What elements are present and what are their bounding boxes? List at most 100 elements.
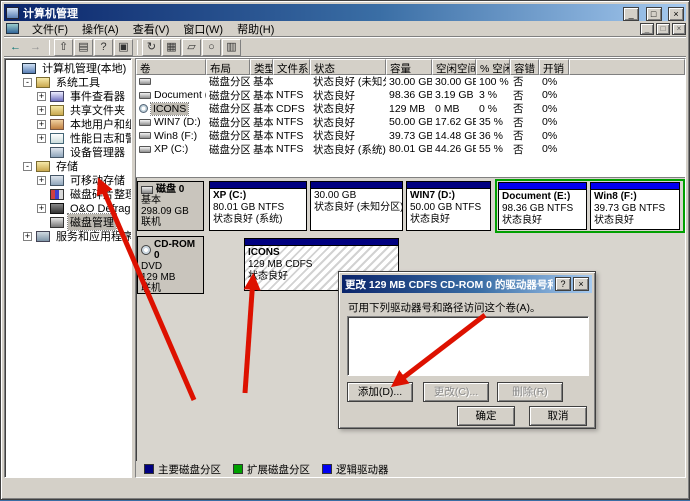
window-controls: _ □ × — [621, 4, 684, 22]
manage-icon[interactable]: ▥ — [222, 39, 241, 56]
drive-icon — [139, 78, 151, 85]
refresh-icon[interactable]: ↻ — [142, 39, 161, 56]
volume-row-unknown[interactable]: 磁盘分区 基本 状态良好 (未知分区) 30.00 GB 30.00 GB 10… — [136, 75, 685, 89]
col-status[interactable]: 状态 — [310, 59, 386, 75]
dialog-help-button[interactable]: ? — [555, 277, 571, 291]
expander — [37, 218, 46, 227]
partition-unknown[interactable]: 30.00 GB 状态良好 (未知分区) — [310, 181, 403, 231]
menu-window[interactable]: 窗口(W) — [176, 20, 230, 38]
tree-item-oo-defrag[interactable]: + O&O Defrag 服务器版 — [7, 201, 131, 215]
partition-document-e[interactable]: Document (E:) 98.36 GB NTFS 状态良好 — [498, 182, 587, 230]
volume-row-xp-c[interactable]: XP (C:) 磁盘分区 基本 NTFS 状态良好 (系统) 80.01 GB … — [136, 143, 685, 157]
titlebar[interactable]: 计算机管理 _ □ × — [4, 4, 686, 21]
window-bottom-frame — [4, 480, 686, 496]
tree-item-system-tools[interactable]: - 系统工具 — [7, 75, 131, 89]
col-filesystem[interactable]: 文件系统 — [273, 59, 310, 75]
col-volume[interactable]: 卷 — [136, 59, 206, 75]
properties-window-icon[interactable]: ▣ — [114, 39, 133, 56]
col-pct-free[interactable]: % 空闲 — [476, 59, 510, 75]
dialog-instruction-label: 可用下列驱动器号和路径访问这个卷(A)。 — [348, 300, 541, 315]
dialog-close-button[interactable]: × — [573, 277, 589, 291]
ok-button[interactable]: 确定 — [457, 406, 515, 426]
col-overhead[interactable]: 开销 — [539, 59, 569, 75]
legend-extended: 扩展磁盘分区 — [233, 462, 310, 477]
primary-partition-strip — [210, 182, 306, 189]
dialog-titlebar[interactable]: 更改 129 MB CDFS CD-ROM 0 的驱动器号和路径 ? × — [342, 275, 592, 293]
toolbar: ← → ⇧ ▤ ? ▣ ↻ ▦ ▱ ○ ▥ — [4, 38, 686, 57]
app-icon — [6, 7, 19, 19]
expander[interactable] — [9, 64, 18, 73]
console-window-icon — [6, 23, 19, 34]
col-type[interactable]: 类型 — [250, 59, 273, 75]
tree-item-disk-defragmenter[interactable]: 磁盘碎片整理程序 — [7, 187, 131, 201]
volume-row-icons-selected[interactable]: ICONS 磁盘分区 基本 CDFS 状态良好 129 MB 0 MB 0 % … — [136, 102, 685, 116]
performance-icon — [50, 133, 64, 144]
volume-list: 卷 布局 类型 文件系统 状态 容量 空闲空间 % 空闲 容错 开销 磁盘分区 … — [136, 59, 685, 178]
forward-icon[interactable]: → — [26, 39, 45, 56]
partition-win8-f[interactable]: Win8 (F:) 39.73 GB NTFS 状态良好 — [590, 182, 680, 230]
collapse-icon[interactable]: - — [23, 162, 32, 171]
defragmenter-icon — [50, 189, 64, 200]
volume-row-document-e[interactable]: Document (E:) 磁盘分区 基本 NTFS 状态良好 98.36 GB… — [136, 89, 685, 103]
partition-xp-c[interactable]: XP (C:) 80.01 GB NTFS 状态良好 (系统) — [209, 181, 307, 231]
expand-icon[interactable]: + — [37, 106, 46, 115]
minimize-button[interactable]: _ — [623, 7, 639, 21]
drive-paths-listbox[interactable] — [347, 316, 589, 376]
volume-row-win7-d[interactable]: WIN7 (D:) 磁盘分区 基本 NTFS 状态良好 50.00 GB 17.… — [136, 116, 685, 130]
col-fault-tolerance[interactable]: 容错 — [510, 59, 539, 75]
tree-item-storage[interactable]: - 存储 — [7, 159, 131, 173]
tree-item-services-applications[interactable]: + 服务和应用程序 — [7, 229, 131, 243]
child-restore-button[interactable]: □ — [656, 23, 670, 35]
menubar: 文件(F) 操作(A) 查看(V) 窗口(W) 帮助(H) _ □ × — [4, 21, 686, 37]
device-manager-icon — [50, 147, 64, 158]
col-capacity[interactable]: 容量 — [386, 59, 432, 75]
disk-0-header[interactable]: 磁盘 0 基本 298.09 GB 联机 — [137, 181, 204, 231]
tree-item-disk-management[interactable]: 磁盘管理 — [7, 215, 131, 229]
search-icon[interactable]: ○ — [202, 39, 221, 56]
volume-row-win8-f[interactable]: Win8 (F:) 磁盘分区 基本 NTFS 状态良好 39.73 GB 14.… — [136, 129, 685, 143]
cdrom-0-header[interactable]: CD-ROM 0 DVD 129 MB 联机 — [137, 236, 204, 294]
collapse-icon[interactable]: - — [23, 78, 32, 87]
up-one-level-icon[interactable]: ⇧ — [54, 39, 73, 56]
disk-management-icon — [50, 217, 64, 228]
tree-item-shared-folders[interactable]: + 共享文件夹 — [7, 103, 131, 117]
menu-file[interactable]: 文件(F) — [25, 20, 75, 38]
maximize-button[interactable]: □ — [646, 7, 662, 21]
tree-item-computer-management[interactable]: 计算机管理(本地) — [7, 61, 131, 75]
expand-icon[interactable]: + — [37, 204, 46, 213]
expander — [37, 190, 46, 199]
shared-folder-icon — [50, 105, 64, 116]
computer-icon — [22, 63, 36, 74]
expand-icon[interactable]: + — [37, 134, 46, 143]
menu-help[interactable]: 帮助(H) — [230, 20, 281, 38]
event-viewer-icon — [50, 91, 64, 102]
menu-action[interactable]: 操作(A) — [75, 20, 126, 38]
close-button[interactable]: × — [668, 7, 684, 21]
expand-icon[interactable]: + — [23, 232, 32, 241]
disk-properties-icon[interactable]: ▦ — [162, 39, 181, 56]
show-console-tree-icon[interactable]: ▤ — [74, 39, 93, 56]
expand-icon[interactable]: + — [37, 176, 46, 185]
partition-win7-d[interactable]: WIN7 (D:) 50.00 GB NTFS 状态良好 — [406, 181, 491, 231]
help-icon[interactable]: ? — [94, 39, 113, 56]
col-free-space[interactable]: 空闲空间 — [432, 59, 476, 75]
removable-storage-icon — [50, 175, 64, 186]
expand-icon[interactable]: + — [37, 92, 46, 101]
tree-item-event-viewer[interactable]: + 事件查看器 — [7, 89, 131, 103]
add-button[interactable]: 添加(D)... — [347, 382, 413, 402]
cancel-button[interactable]: 取消 — [529, 406, 587, 426]
back-icon[interactable]: ← — [6, 39, 25, 56]
expand-icon[interactable]: + — [37, 120, 46, 129]
col-layout[interactable]: 布局 — [206, 59, 250, 75]
extended-partition-swatch — [233, 464, 243, 474]
menu-view[interactable]: 查看(V) — [126, 20, 177, 38]
child-minimize-button[interactable]: _ — [640, 23, 654, 35]
child-close-button[interactable]: × — [672, 23, 686, 35]
open-folder-icon[interactable]: ▱ — [182, 39, 201, 56]
primary-partition-swatch — [144, 464, 154, 474]
tree-item-device-manager[interactable]: 设备管理器 — [7, 145, 131, 159]
remove-button: 删除(R) — [497, 382, 563, 402]
tree-item-performance-logs[interactable]: + 性能日志和警报 — [7, 131, 131, 145]
tree-item-removable-storage[interactable]: + 可移动存储 — [7, 173, 131, 187]
tree-item-local-users-groups[interactable]: + 本地用户和组 — [7, 117, 131, 131]
